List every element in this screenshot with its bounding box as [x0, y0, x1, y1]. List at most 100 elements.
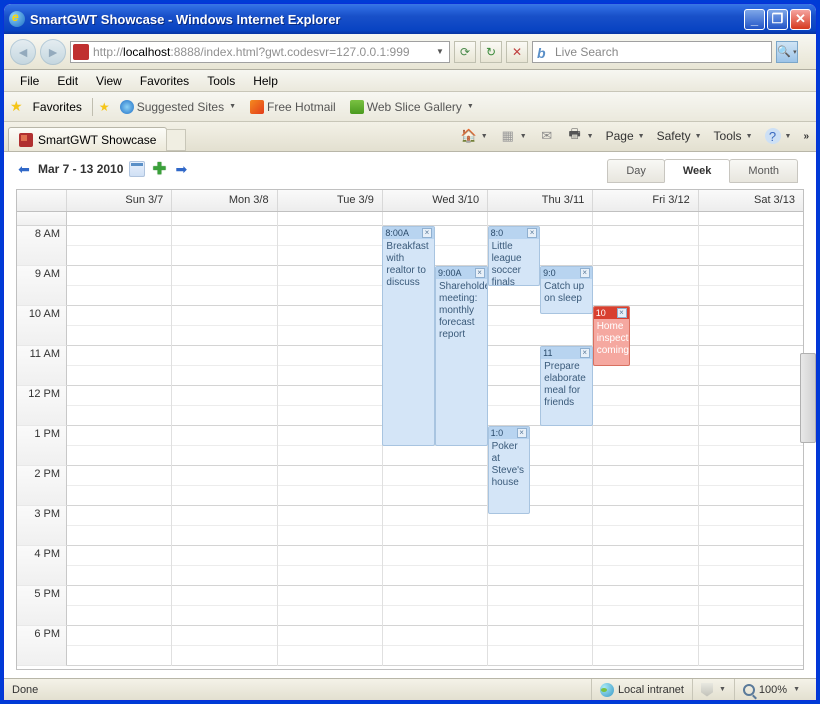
web-slice-link[interactable]: Web Slice Gallery ▼	[346, 98, 478, 116]
menu-help[interactable]: Help	[245, 71, 286, 91]
browser-tab[interactable]: SmartGWT Showcase	[8, 127, 167, 151]
back-button[interactable]: ◄	[10, 39, 36, 65]
home-button[interactable]: 🏠▼	[458, 126, 491, 146]
week-view-tab[interactable]: Week	[664, 159, 731, 183]
zoom-control[interactable]: 100% ▼	[734, 679, 808, 700]
date-picker-button[interactable]	[129, 161, 145, 177]
dropdown-icon: ▼	[229, 103, 236, 110]
event-title: Poker at Steve's house	[489, 439, 529, 491]
calendar-body[interactable]: 8 AM9 AM10 AM11 AM12 PM1 PM2 PM3 PM4 PM5…	[17, 212, 803, 669]
search-go-button[interactable]: 🔍▾	[776, 41, 798, 63]
day-header-sat[interactable]: Sat 3/13	[699, 190, 803, 211]
zone-label: Local intranet	[618, 684, 684, 696]
refresh-button[interactable]: ↻	[480, 41, 502, 63]
calendar-event[interactable]: 10×Home inspection coming	[593, 306, 630, 366]
time-label: 1 PM	[17, 426, 67, 466]
day-header-tue[interactable]: Tue 3/9	[278, 190, 383, 211]
calendar-event[interactable]: 8:0×Little league soccer finals	[488, 226, 541, 286]
help-button[interactable]: ?▼	[762, 126, 795, 146]
view-tabs: Day Week Month	[608, 159, 798, 183]
scrollbar-thumb[interactable]	[800, 353, 816, 443]
new-tab-button[interactable]	[166, 129, 186, 151]
safety-menu[interactable]: Safety▼	[654, 127, 705, 145]
page-menu[interactable]: Page▼	[603, 127, 648, 145]
ie-mini-icon	[120, 100, 134, 114]
calendar-event[interactable]: 9:0×Catch up on sleep	[540, 266, 593, 314]
close-button[interactable]: ✕	[790, 9, 811, 30]
event-close-button[interactable]: ×	[580, 268, 590, 278]
event-title: Home inspection coming	[594, 319, 629, 359]
day-header-sun[interactable]: Sun 3/7	[67, 190, 172, 211]
stop-button[interactable]: ✕	[506, 41, 528, 63]
calendar-header: Sun 3/7 Mon 3/8 Tue 3/9 Wed 3/10 Thu 3/1…	[17, 190, 803, 212]
event-close-button[interactable]: ×	[527, 228, 537, 238]
event-close-button[interactable]: ×	[517, 428, 527, 438]
dropdown-icon: ▼	[467, 103, 474, 110]
event-time: 8:00A	[385, 228, 409, 238]
event-close-button[interactable]: ×	[617, 308, 627, 318]
time-label: 9 AM	[17, 266, 67, 306]
event-time: 11	[543, 348, 552, 358]
overflow-button[interactable]: »	[800, 129, 812, 144]
zoom-level: 100%	[759, 684, 787, 696]
address-dropdown[interactable]: ▼	[433, 47, 447, 56]
status-text: Done	[12, 684, 591, 696]
day-header-fri[interactable]: Fri 3/12	[593, 190, 698, 211]
menu-file[interactable]: File	[12, 71, 47, 91]
add-event-button[interactable]: ✚	[151, 161, 167, 177]
suggested-sites-link[interactable]: Suggested Sites ▼	[116, 98, 240, 116]
day-header-wed[interactable]: Wed 3/10	[383, 190, 488, 211]
site-icon	[73, 44, 89, 60]
calendar-next-button[interactable]: ➡	[173, 161, 189, 177]
compat-view-button[interactable]: ⟳	[454, 41, 476, 63]
event-time: 1:0	[491, 428, 504, 438]
menu-tools[interactable]: Tools	[199, 71, 243, 91]
calendar-event[interactable]: 9:00A ×Shareholder meeting: monthly forec…	[435, 266, 488, 446]
minimize-button[interactable]: _	[744, 9, 765, 30]
event-close-button[interactable]: ×	[422, 228, 432, 238]
time-label: 2 PM	[17, 466, 67, 506]
event-title: Shareholder meeting: monthly forecast re…	[436, 279, 487, 343]
calendar-range-label: Mar 7 - 13 2010	[38, 162, 123, 176]
suggested-sites-label: Suggested Sites	[137, 100, 224, 114]
hotmail-label: Free Hotmail	[267, 100, 336, 114]
print-button[interactable]: 🖶▼	[564, 126, 597, 146]
event-time: 9:0	[543, 268, 556, 278]
add-favorite-icon[interactable]: ★	[99, 100, 110, 114]
favorites-star-icon[interactable]: ★	[10, 98, 23, 115]
favorites-label[interactable]: Favorites	[29, 100, 86, 114]
menu-edit[interactable]: Edit	[49, 71, 86, 91]
search-box[interactable]: Live Search	[532, 41, 772, 63]
free-hotmail-link[interactable]: Free Hotmail	[246, 98, 340, 116]
calendar-event[interactable]: 11×Prepare elaborate meal for friends	[540, 346, 593, 426]
protected-mode[interactable]: ▼	[692, 679, 734, 700]
search-placeholder: Live Search	[555, 45, 767, 59]
tools-menu[interactable]: Tools▼	[711, 127, 756, 145]
dropdown-icon: ▼	[719, 686, 726, 693]
time-label: 4 PM	[17, 546, 67, 586]
status-bar: Done Local intranet ▼ 100% ▼	[4, 678, 816, 700]
month-view-tab[interactable]: Month	[729, 159, 798, 183]
ie-icon	[9, 11, 25, 27]
feeds-button[interactable]: ▦▼	[497, 126, 530, 146]
shield-icon	[701, 683, 713, 697]
day-header-mon[interactable]: Mon 3/8	[172, 190, 277, 211]
calendar-event[interactable]: 8:00A×Breakfast with realtor to discuss	[382, 226, 435, 446]
time-label: 10 AM	[17, 306, 67, 346]
menu-favorites[interactable]: Favorites	[132, 71, 197, 91]
event-close-button[interactable]: ×	[580, 348, 590, 358]
maximize-button[interactable]: ❐	[767, 9, 788, 30]
event-time: 9:00A	[438, 268, 462, 278]
bing-icon	[537, 45, 551, 59]
event-close-button[interactable]: ×	[475, 268, 485, 278]
calendar-prev-button[interactable]: ⬅	[16, 161, 32, 177]
menu-view[interactable]: View	[88, 71, 130, 91]
day-header-thu[interactable]: Thu 3/11	[488, 190, 593, 211]
calendar-event[interactable]: 1:0 ×Poker at Steve's house	[488, 426, 530, 514]
address-bar[interactable]: http://localhost:8888/index.html?gwt.cod…	[70, 41, 450, 63]
time-label: 12 PM	[17, 386, 67, 426]
read-mail-button[interactable]: ✉	[536, 126, 558, 146]
forward-button[interactable]: ►	[40, 39, 66, 65]
day-view-tab[interactable]: Day	[607, 159, 665, 183]
security-zone[interactable]: Local intranet	[591, 679, 692, 700]
